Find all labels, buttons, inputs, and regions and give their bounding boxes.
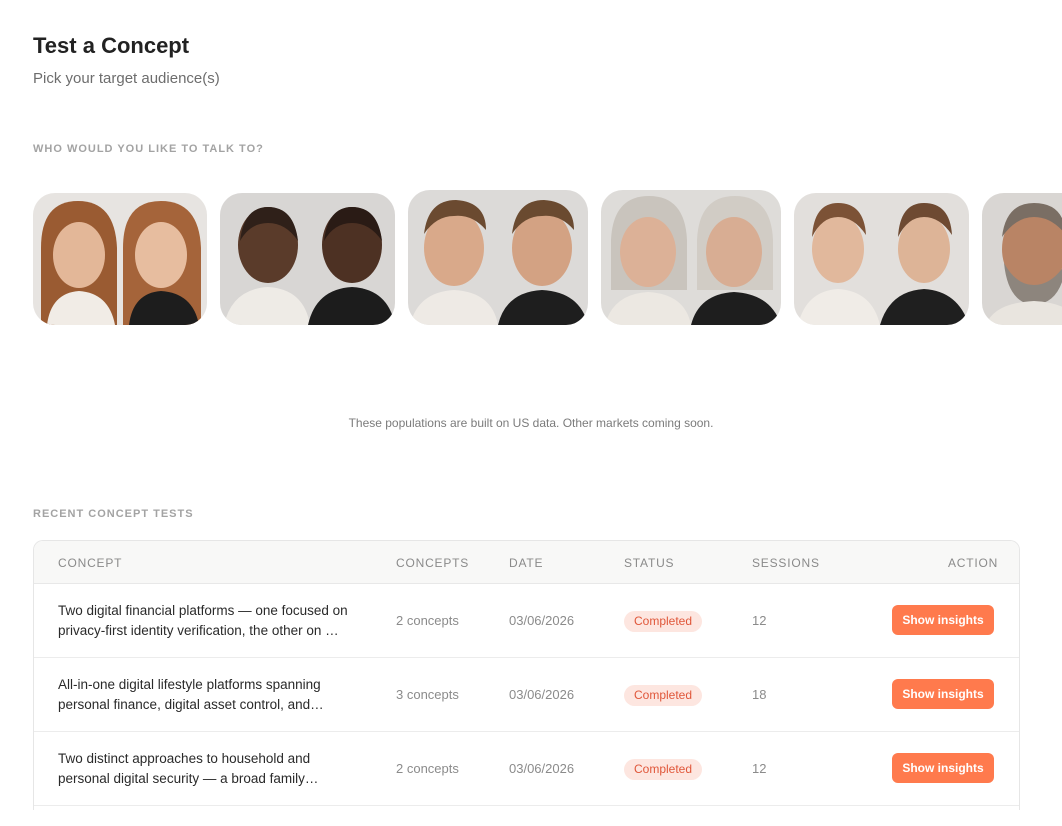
audience-portrait-older-women	[601, 190, 781, 325]
table-row: Two distinct approaches to household and…	[34, 732, 1019, 806]
concepts-count: 2 concepts	[396, 613, 459, 628]
concepts-count: 3 concepts	[396, 687, 459, 702]
populations-note: These populations are built on US data. …	[348, 416, 714, 430]
concept-description: Two digital financial platforms — one fo…	[58, 601, 358, 641]
show-insights-button[interactable]: Show insights	[892, 753, 994, 783]
column-header-date: DATE	[509, 556, 544, 570]
sessions-count: 18	[752, 687, 767, 702]
audience-carousel	[0, 188, 1062, 328]
show-insights-button[interactable]: Show insights	[892, 605, 994, 635]
concepts-count: 2 concepts	[396, 761, 459, 776]
concept-description: Two distinct approaches to household and…	[58, 749, 358, 789]
audience-card-older-women[interactable]	[601, 190, 781, 325]
status-badge: Completed	[624, 611, 703, 632]
concept-test-page: Test a Concept Pick your target audience…	[0, 0, 1062, 826]
recent-tests-table: CONCEPT CONCEPTS DATE STATUS SESSIONS AC…	[33, 540, 1020, 810]
recent-tests-section-label: RECENT CONCEPT TESTS	[33, 508, 194, 520]
audience-portrait-young-men	[408, 190, 588, 325]
column-header-sessions: SESSIONS	[752, 556, 820, 570]
test-date: 03/06/2026	[509, 687, 575, 702]
audience-card-young-women[interactable]	[33, 193, 207, 325]
concept-line: personal finance, digital asset control,…	[58, 697, 324, 712]
table-row: Two digital financial platforms — one fo…	[34, 584, 1019, 658]
table-row: All-in-one digital lifestyle platforms s…	[34, 658, 1019, 732]
audience-portrait-young-women	[33, 193, 207, 325]
audience-card-young-androgynous[interactable]	[794, 193, 969, 325]
table-header: CONCEPT CONCEPTS DATE STATUS SESSIONS AC…	[34, 541, 1019, 584]
status-badge: Completed	[624, 759, 703, 780]
column-header-concepts: CONCEPTS	[396, 556, 470, 570]
concept-line: personal digital security — a broad fami…	[58, 771, 319, 786]
sessions-count: 12	[752, 761, 767, 776]
page-subtitle: Pick your target audience(s)	[33, 70, 220, 87]
sessions-count: 12	[752, 613, 767, 628]
concept-line: Two digital financial platforms — one fo…	[58, 603, 348, 618]
audience-portrait-older-black-men	[220, 193, 395, 325]
audience-portrait-older-bearded-men	[982, 193, 1062, 325]
test-date: 03/06/2026	[509, 761, 575, 776]
column-header-status: STATUS	[624, 556, 675, 570]
concept-line: privacy-first identity verification, the…	[58, 623, 339, 638]
concept-description: All-in-one digital lifestyle platforms s…	[58, 675, 358, 715]
page-title: Test a Concept	[33, 33, 190, 58]
audience-card-young-men[interactable]	[408, 190, 588, 325]
audience-portrait-young-androgynous	[794, 193, 969, 325]
status-badge: Completed	[624, 685, 703, 706]
column-header-action: ACTION	[948, 556, 999, 570]
audience-card-older-bearded-men[interactable]	[982, 193, 1062, 325]
column-header-concept: CONCEPT	[58, 556, 123, 570]
concept-line: All-in-one digital lifestyle platforms s…	[58, 677, 321, 692]
audience-section-label: WHO WOULD YOU LIKE TO TALK TO?	[33, 143, 264, 155]
test-date: 03/06/2026	[509, 613, 575, 628]
concept-line: Two distinct approaches to household and	[58, 751, 311, 766]
show-insights-button[interactable]: Show insights	[892, 679, 994, 709]
audience-card-older-black-men[interactable]	[220, 193, 395, 325]
